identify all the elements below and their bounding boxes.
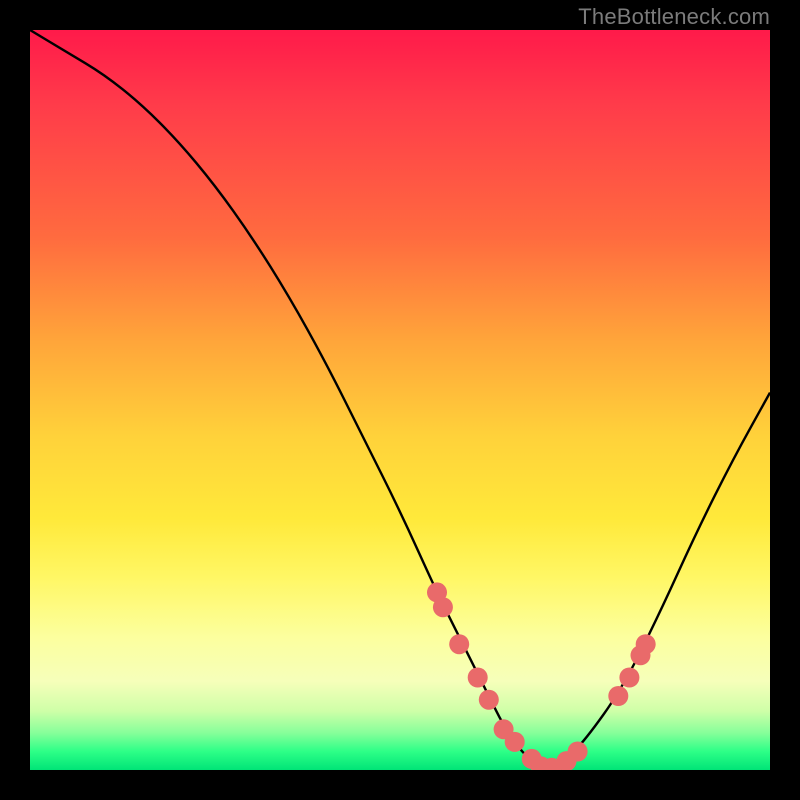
highlight-dot bbox=[468, 668, 488, 688]
highlight-dot bbox=[433, 597, 453, 617]
bottleneck-curve bbox=[30, 30, 770, 768]
highlight-dot bbox=[619, 668, 639, 688]
curve-svg bbox=[30, 30, 770, 770]
highlight-dot bbox=[568, 742, 588, 762]
watermark-text: TheBottleneck.com bbox=[578, 4, 770, 30]
highlight-dot bbox=[636, 634, 656, 654]
highlight-dot bbox=[449, 634, 469, 654]
curve-path bbox=[30, 30, 770, 768]
plot-area bbox=[30, 30, 770, 770]
chart-frame: TheBottleneck.com bbox=[0, 0, 800, 800]
highlight-dots bbox=[427, 582, 656, 770]
highlight-dot bbox=[505, 732, 525, 752]
highlight-dot bbox=[608, 686, 628, 706]
highlight-dot bbox=[479, 690, 499, 710]
